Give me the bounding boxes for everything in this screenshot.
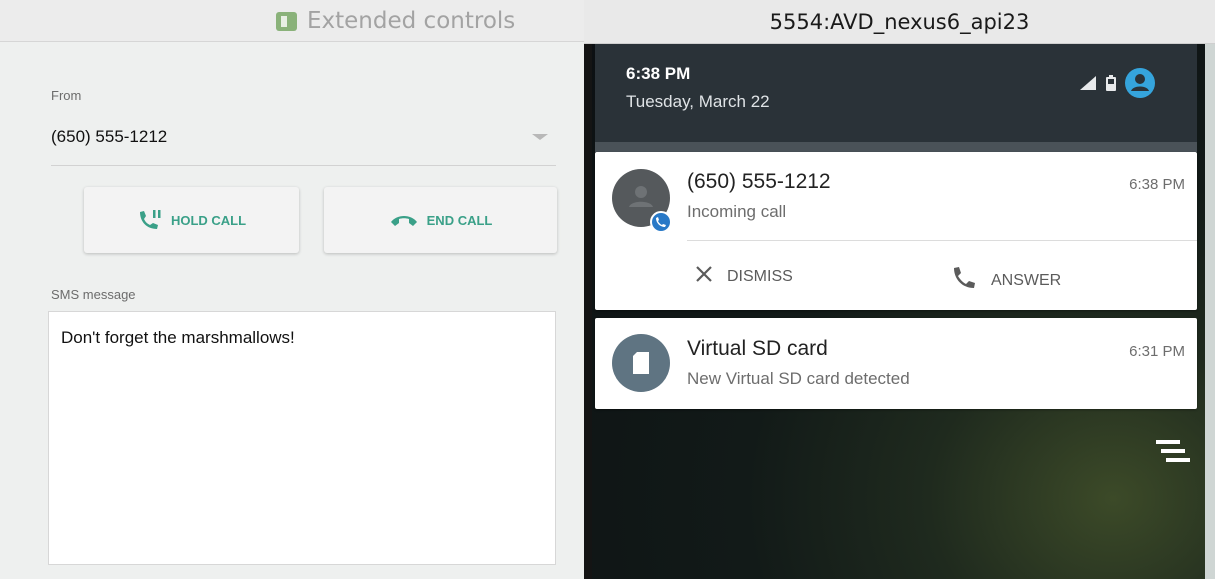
emulator-titlebar[interactable]: 5554:AVD_nexus6_api23: [584, 0, 1215, 44]
end-call-icon: [389, 212, 419, 228]
hold-call-icon: [137, 208, 163, 232]
phone-badge-icon: [650, 211, 672, 233]
end-call-label: END CALL: [426, 212, 493, 228]
extended-controls-icon: [276, 11, 297, 31]
extended-controls-title-text: Extended controls: [307, 8, 516, 34]
hold-call-button[interactable]: HOLD CALL: [84, 187, 299, 253]
shade-divider: [595, 142, 1197, 152]
status-time: 6:38 PM: [626, 64, 691, 83]
device-screen[interactable]: 6:38 PM Tuesday, March 22 (650) 555-1212…: [592, 44, 1205, 579]
hold-call-label: HOLD CALL: [170, 212, 247, 228]
account-icon[interactable]: [1125, 68, 1155, 103]
from-label: From: [51, 88, 82, 103]
sms-message-textarea[interactable]: Don't forget the marshmallows!: [48, 311, 556, 565]
close-icon: [695, 265, 713, 288]
notification-divider: [687, 240, 1197, 241]
extended-controls-titlebar[interactable]: Extended controls: [0, 0, 584, 42]
answer-button[interactable]: ANSWER: [951, 265, 1061, 296]
emulator-bezel: [584, 44, 592, 579]
sd-card-notification[interactable]: Virtual SD card New Virtual SD card dete…: [595, 318, 1197, 409]
clear-all-icon[interactable]: [1156, 438, 1190, 469]
extended-controls-window: Extended controls From (650) 555-1212 HO…: [0, 0, 584, 579]
from-divider: [51, 165, 556, 166]
signal-icon: [1079, 75, 1097, 96]
dismiss-label: DISMISS: [727, 267, 793, 285]
status-date: Tuesday, March 22: [626, 92, 770, 111]
answer-label: ANSWER: [991, 271, 1062, 289]
status-icons: [1079, 68, 1155, 103]
emulator-side-edge: [1205, 44, 1215, 579]
notification-title: (650) 555-1212: [687, 170, 831, 193]
notification-time: 6:31 PM: [1129, 343, 1185, 360]
notification-subtitle: New Virtual SD card detected: [687, 369, 910, 388]
incoming-call-notification[interactable]: (650) 555-1212 Incoming call 6:38 PM DIS…: [595, 152, 1197, 310]
dismiss-button[interactable]: DISMISS: [695, 265, 793, 288]
notification-subtitle: Incoming call: [687, 202, 787, 221]
notification-time: 6:38 PM: [1129, 176, 1185, 193]
notification-title: Virtual SD card: [687, 337, 828, 360]
battery-icon: [1105, 74, 1117, 97]
sd-card-icon: [612, 334, 670, 392]
end-call-button[interactable]: END CALL: [324, 187, 557, 253]
emulator-window: 5554:AVD_nexus6_api23 6:38 PM Tuesday, M…: [584, 0, 1215, 579]
dropdown-arrow-icon[interactable]: [532, 134, 548, 140]
from-number-field[interactable]: (650) 555-1212: [51, 127, 167, 147]
extended-controls-title: Extended controls: [276, 8, 515, 34]
phone-icon: [951, 265, 977, 296]
notification-shade-header: 6:38 PM Tuesday, March 22: [595, 44, 1197, 142]
sms-label: SMS message: [51, 287, 136, 302]
